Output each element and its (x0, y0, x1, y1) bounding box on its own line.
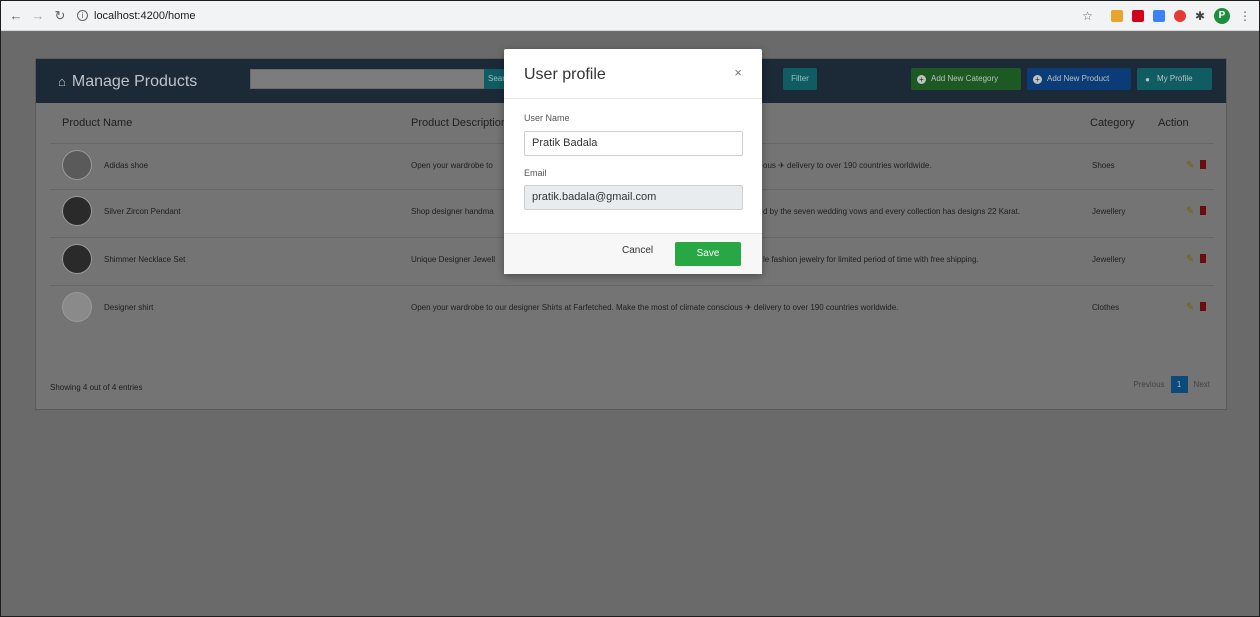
delete-icon[interactable] (1200, 302, 1206, 311)
close-icon[interactable]: × (734, 65, 742, 80)
menu-icon[interactable]: ⋮ (1239, 9, 1251, 23)
puzzle-icon[interactable]: ✱ (1195, 9, 1205, 23)
product-description: d by the seven wedding vows and every co… (763, 207, 1021, 216)
delete-icon[interactable] (1200, 206, 1206, 215)
username-label: User Name (524, 113, 570, 123)
product-category: Jewellery (1092, 255, 1126, 264)
info-icon[interactable]: i (77, 10, 88, 21)
edit-icon[interactable]: ✎ (1186, 190, 1194, 234)
product-description: Open your wardrobe to our designer Shirt… (411, 303, 899, 312)
column-category: Category (1090, 117, 1135, 129)
product-name: Silver Zircon Pendant (104, 207, 181, 216)
entries-count: Showing 4 out of 4 entries (50, 383, 143, 392)
next-page-link[interactable]: Next (1194, 380, 1210, 389)
column-product-description: Product Description (411, 117, 507, 129)
browser-window: ← → ↻ i localhost:4200/home ☆ ✱ P ⋮ ⌂ Man… (0, 0, 1260, 617)
add-product-button[interactable]: + Add New Product (1027, 68, 1131, 90)
previous-page-link[interactable]: Previous (1133, 380, 1164, 389)
back-icon[interactable]: ← (9, 8, 23, 23)
browser-toolbar: ← → ↻ i localhost:4200/home ☆ ✱ P ⋮ (1, 1, 1259, 31)
cancel-button[interactable]: Cancel (622, 245, 653, 256)
email-field[interactable]: pratik.badala@gmail.com (524, 185, 743, 210)
page-title: ⌂ Manage Products (58, 73, 198, 90)
product-name: Designer shirt (104, 303, 154, 312)
plus-circle-icon: + (1033, 75, 1042, 84)
column-action: Action (1158, 117, 1189, 129)
edit-icon[interactable]: ✎ (1186, 286, 1194, 330)
product-category: Jewellery (1092, 207, 1126, 216)
column-product-name: Product Name (62, 117, 133, 129)
profile-avatar[interactable]: P (1214, 8, 1230, 24)
divider (504, 98, 762, 99)
delete-icon[interactable] (1200, 254, 1206, 263)
product-name: Adidas shoe (104, 161, 149, 170)
edit-icon[interactable]: ✎ (1186, 144, 1194, 188)
home-icon: ⌂ (58, 74, 66, 89)
product-category: Clothes (1092, 303, 1120, 312)
forward-icon[interactable]: → (31, 8, 45, 23)
pagination: Previous 1 Next (1133, 376, 1210, 393)
extension-icon[interactable] (1110, 10, 1123, 22)
extensions-area: ☆ ✱ P ⋮ (1073, 1, 1259, 31)
product-description: Shop designer handma (411, 207, 494, 216)
address-bar[interactable]: i localhost:4200/home (77, 10, 196, 22)
current-page[interactable]: 1 (1170, 376, 1188, 393)
reload-icon[interactable]: ↻ (53, 8, 67, 23)
product-name: Shimmer Necklace Set (104, 255, 186, 264)
product-image (62, 196, 92, 226)
product-image (62, 244, 92, 274)
table-row: Designer shirt Open your wardrobe to our… (50, 285, 1214, 329)
product-description: ous ✈ delivery to over 190 countries wor… (763, 161, 932, 170)
extension-icon[interactable] (1131, 10, 1144, 22)
url-text: localhost:4200/home (94, 9, 196, 22)
star-icon[interactable]: ☆ (1082, 9, 1093, 23)
save-button[interactable]: Save (675, 242, 741, 266)
filter-button[interactable]: Filter (783, 68, 817, 90)
product-description: Unique Designer Jewell (411, 255, 496, 264)
search-input[interactable] (250, 69, 486, 89)
modal-footer: Cancel Save (504, 234, 762, 274)
modal-title: User profile (524, 66, 606, 83)
delete-icon[interactable] (1200, 160, 1206, 169)
user-icon: ● (1145, 75, 1150, 84)
product-description: Open your wardrobe to (411, 161, 493, 170)
edit-icon[interactable]: ✎ (1186, 238, 1194, 282)
product-description: le fashion jewelry for limited period of… (763, 255, 979, 264)
product-category: Shoes (1092, 161, 1115, 170)
extension-icon[interactable] (1173, 10, 1186, 22)
add-category-button[interactable]: + Add New Category (911, 68, 1021, 90)
product-image (62, 150, 92, 180)
my-profile-button[interactable]: ● My Profile (1137, 68, 1212, 90)
product-image (62, 292, 92, 322)
plus-circle-icon: + (917, 75, 926, 84)
user-profile-modal: User profile × User Name Pratik Badala E… (504, 49, 762, 274)
email-label: Email (524, 168, 547, 178)
extension-icon[interactable] (1152, 10, 1165, 22)
username-field[interactable]: Pratik Badala (524, 131, 743, 156)
